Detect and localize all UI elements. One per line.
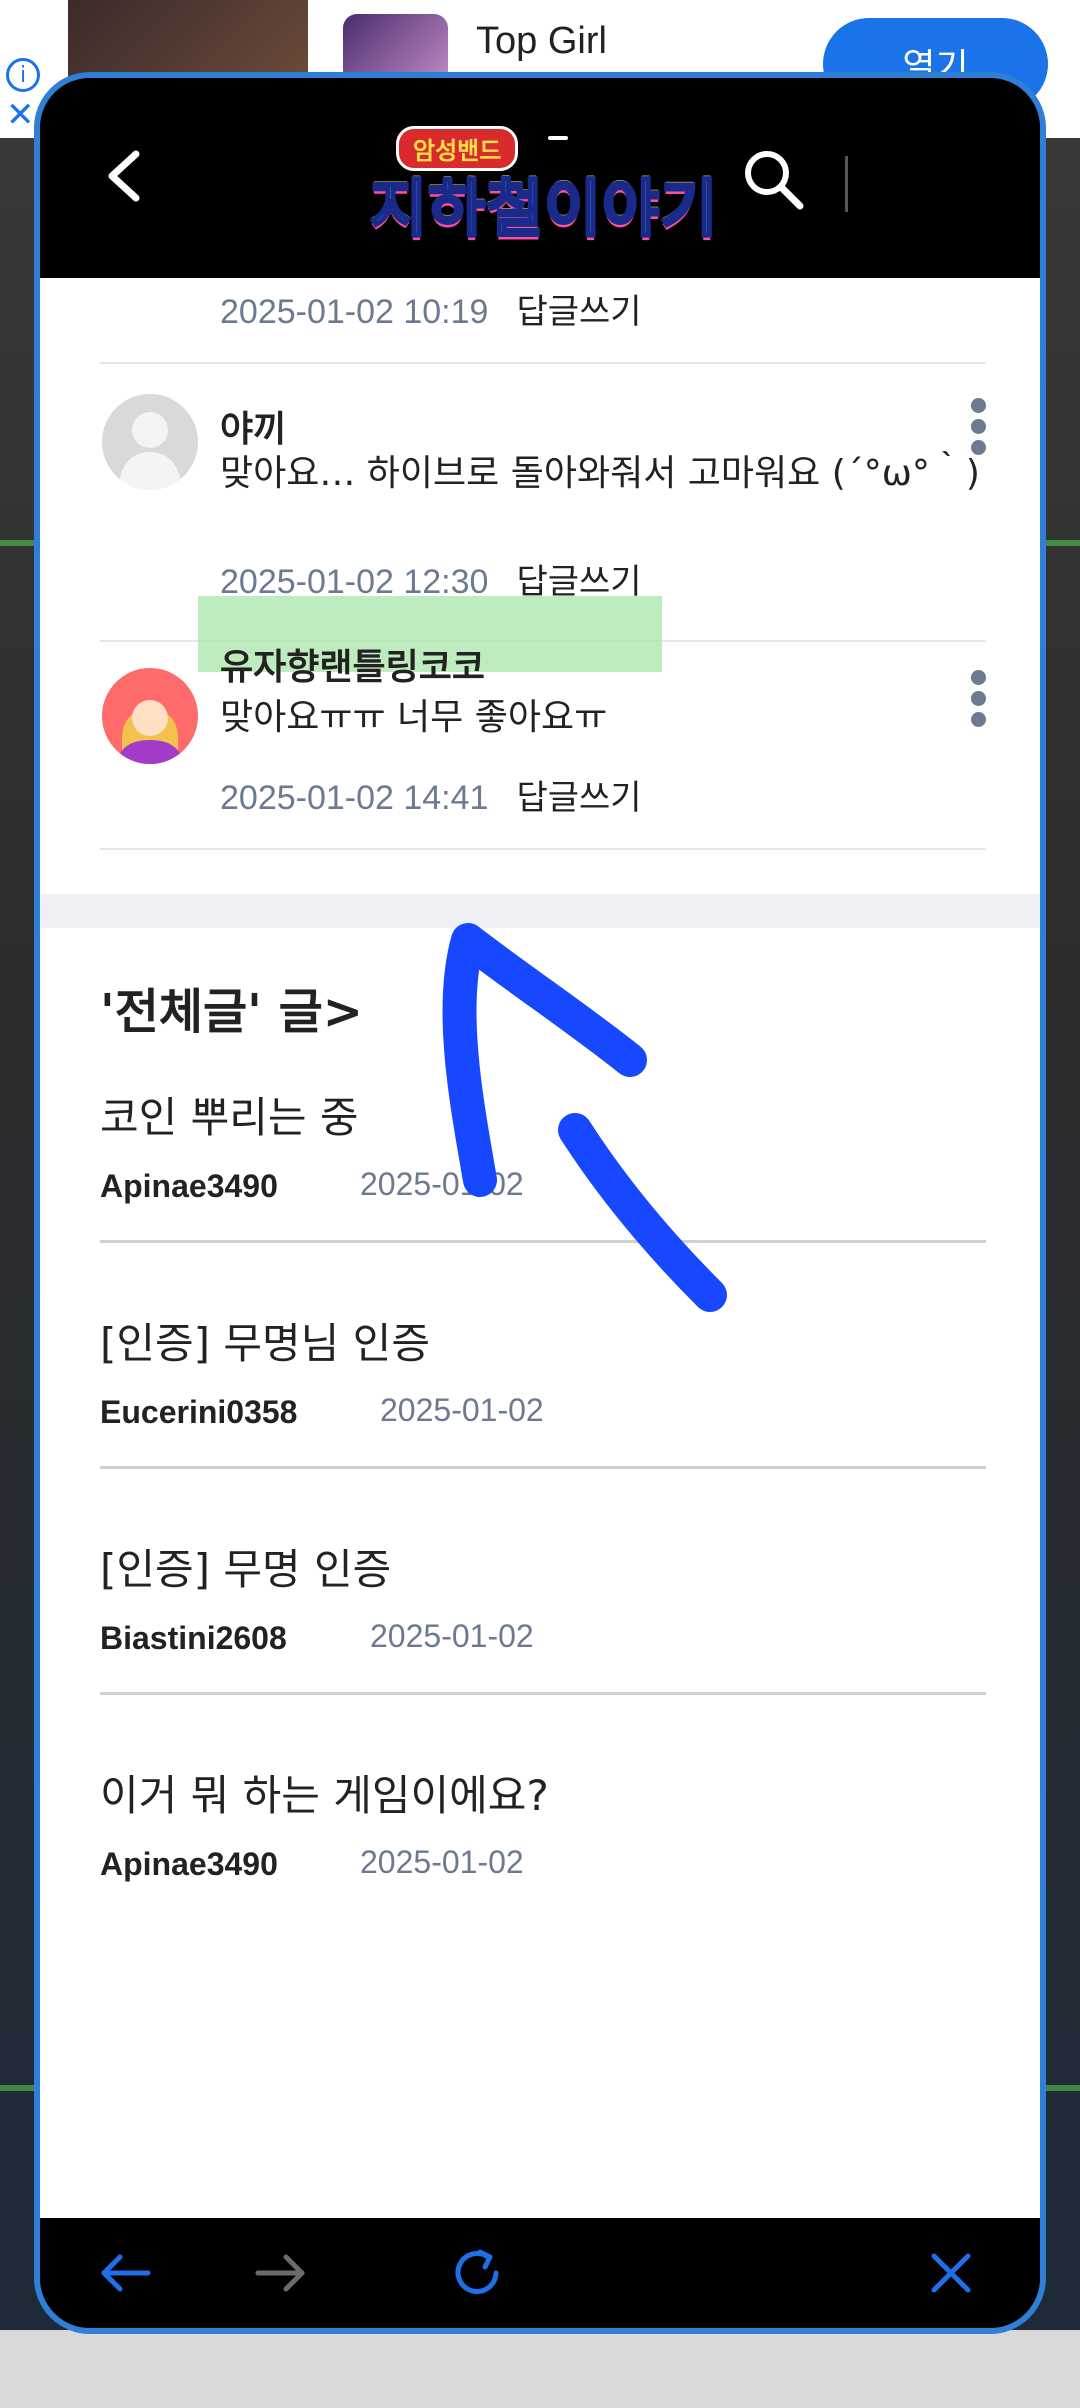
comment-date: 2025-01-02 10:19 xyxy=(220,293,489,331)
search-icon[interactable] xyxy=(740,146,806,212)
comment-divider xyxy=(100,362,986,364)
post-author: Apinae3490 xyxy=(100,1168,278,1204)
header-bar: 암성밴드 지하철이야기 xyxy=(40,78,1040,278)
refresh-icon[interactable] xyxy=(444,2240,510,2306)
post-divider xyxy=(100,1240,986,1243)
post-title[interactable]: [인증] 무명님 인증 xyxy=(100,1310,430,1371)
back-arrow-icon[interactable] xyxy=(92,2240,158,2306)
post-divider xyxy=(100,1466,986,1469)
post-date: 2025-01-02 xyxy=(380,1392,544,1428)
post-date: 2025-01-02 xyxy=(360,1166,524,1202)
ad-thumbnail xyxy=(68,0,308,80)
back-arrow-icon[interactable] xyxy=(96,146,156,206)
comment-meta: 2025-01-02 14:41 답글쓰기 xyxy=(220,770,642,819)
post-title[interactable]: [인증] 무명 인증 xyxy=(100,1536,391,1597)
more-options-icon[interactable] xyxy=(968,670,988,727)
post-date: 2025-01-02 xyxy=(360,1844,524,1880)
post-title[interactable]: 코인 뿌리는 중 xyxy=(100,1084,359,1145)
reply-button[interactable]: 답글쓰기 xyxy=(516,779,641,817)
browser-navbar xyxy=(40,2218,1040,2328)
avatar-icon xyxy=(102,394,198,490)
background-game-bottom xyxy=(0,2330,1080,2408)
forward-arrow-icon[interactable] xyxy=(248,2240,314,2306)
comment-author[interactable]: 야끼 xyxy=(220,400,286,452)
webview-dialog: 암성밴드 지하철이야기 2025-01-02 10:19 답글쓰기 야끼 맞아요…… xyxy=(34,72,1046,2334)
close-icon[interactable] xyxy=(918,2240,984,2306)
post-author: Eucerini0358 xyxy=(100,1394,298,1430)
post-author: Biastini2608 xyxy=(100,1620,287,1656)
section-separator xyxy=(40,894,1040,928)
app-logo: 암성밴드 지하철이야기 xyxy=(368,126,750,247)
avatar-icon xyxy=(102,668,198,764)
comment-date: 2025-01-02 14:41 xyxy=(220,779,489,817)
section-title[interactable]: '전체글' 글> xyxy=(100,972,363,1042)
comment-body: 맞아요ㅠㅠ 너무 좋아요ㅠ xyxy=(220,697,608,738)
info-icon[interactable]: i xyxy=(6,58,40,92)
reply-button[interactable]: 답글쓰기 xyxy=(516,293,641,331)
logo-title: 지하철이야기 xyxy=(368,171,719,247)
default-avatar[interactable] xyxy=(102,394,198,490)
post-title[interactable]: 이거 뭐 하는 게임이에요? xyxy=(100,1762,549,1823)
comment-body: 맞아요… 하이브로 돌아와줘서 고마워요 (´°ω°｀) xyxy=(220,453,980,494)
post-date: 2025-01-02 xyxy=(370,1618,534,1654)
comment-author[interactable]: 유자향랜틀링코코 xyxy=(220,638,485,690)
ad-title: Top Girl xyxy=(476,20,607,62)
logo-sub-badge xyxy=(548,136,568,140)
post-author: Apinae3490 xyxy=(100,1846,278,1882)
more-options-icon[interactable] xyxy=(968,398,988,455)
comment-page: 2025-01-02 10:19 답글쓰기 야끼 맞아요… 하이브로 돌아와줘서 … xyxy=(40,278,1040,2218)
girl-avatar[interactable] xyxy=(102,668,198,764)
comment-divider xyxy=(100,848,986,850)
comment-meta: 2025-01-02 10:19 답글쓰기 xyxy=(220,284,642,333)
post-divider xyxy=(100,1692,986,1695)
header-divider xyxy=(845,156,848,212)
close-icon[interactable]: ✕ xyxy=(6,98,35,132)
